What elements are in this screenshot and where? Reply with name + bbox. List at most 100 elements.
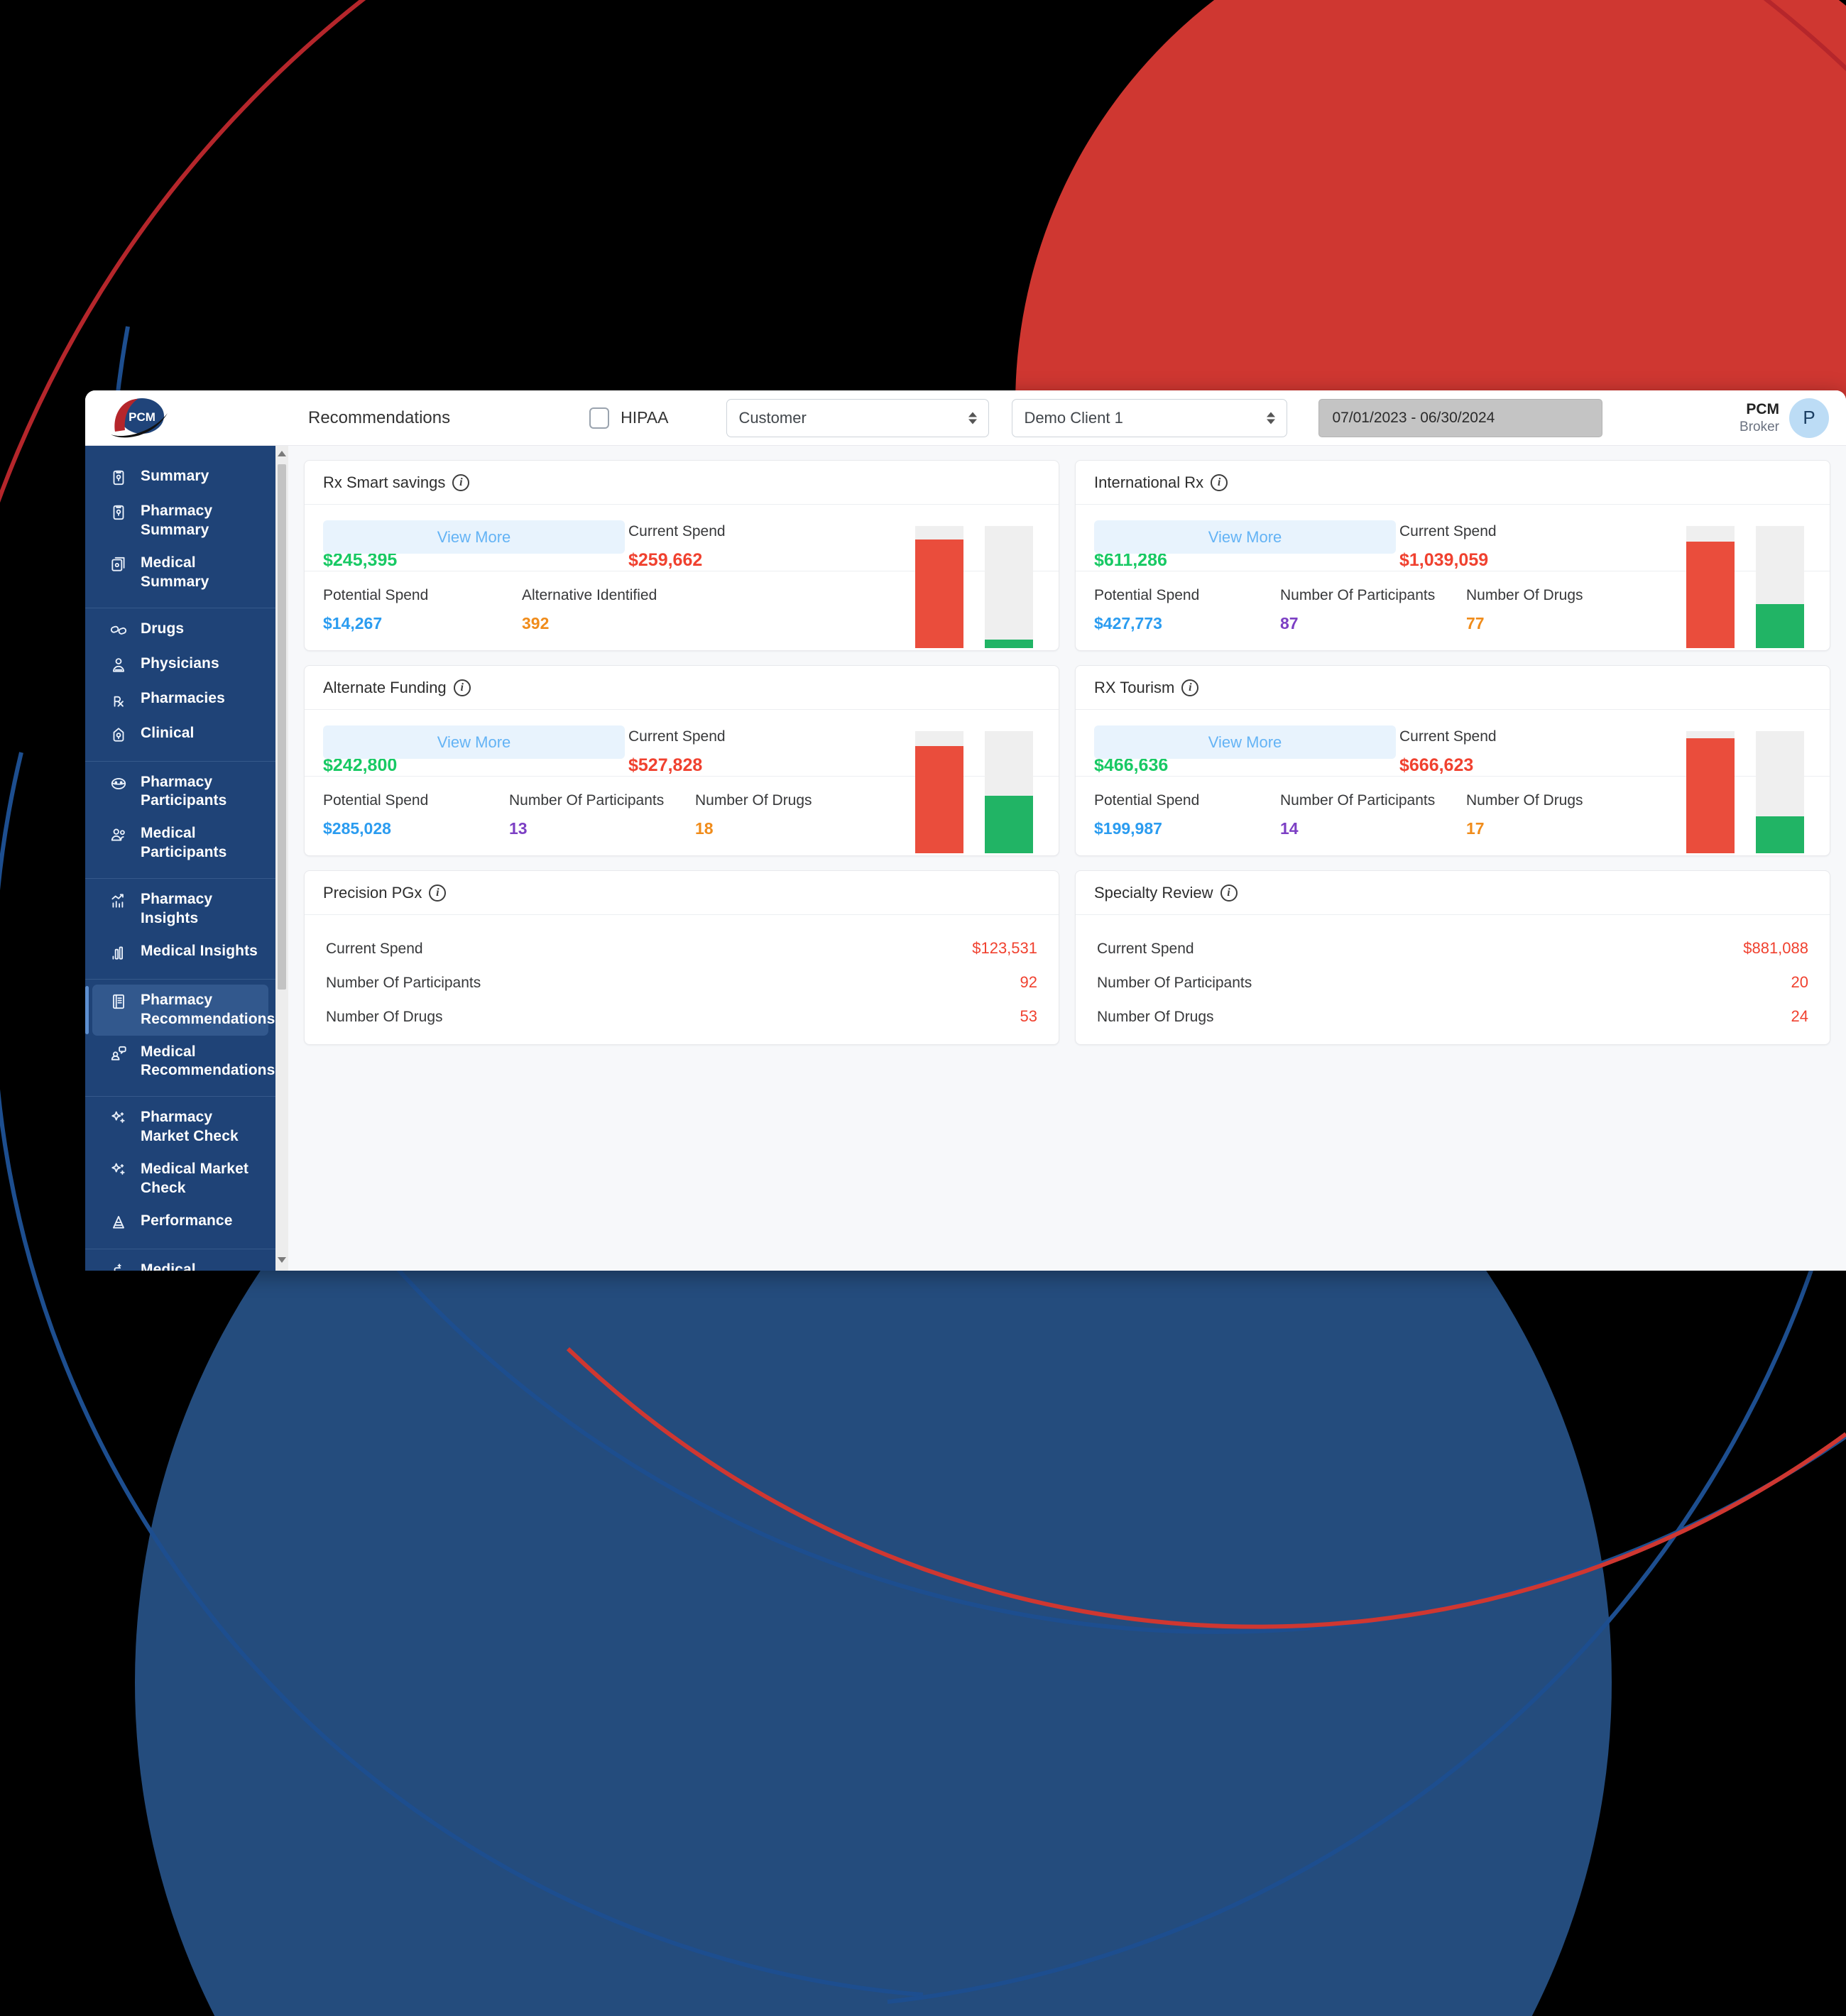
clinical-icon (108, 724, 129, 745)
info-icon[interactable]: i (1181, 679, 1199, 696)
info-glyph: i (436, 886, 439, 899)
savings-bar-chart (915, 731, 1033, 853)
view-more-button[interactable]: View More (323, 725, 625, 759)
bar-track-current-spend (915, 526, 963, 648)
card-foot-value: 13 (509, 819, 528, 838)
customer-select[interactable]: Customer (726, 398, 990, 437)
sidebar-item-label: Summary (141, 468, 209, 484)
card-foot-metric: Number Of Drugs 77 (1466, 587, 1652, 633)
view-more-label: View More (437, 527, 511, 546)
card-title: Rx Smart savings (323, 473, 446, 491)
summary-card: Precision PGx i Current Spend $123,531 Numbe… (304, 870, 1059, 1045)
bar-fill-current-spend (915, 539, 963, 648)
info-icon[interactable]: i (1211, 473, 1228, 491)
card-foot-metric: Potential Spend $427,773 (1094, 587, 1280, 633)
current-spend-metric: Current Spend $666,623 (1399, 728, 1698, 776)
summary-row-value: 53 (1020, 1007, 1037, 1025)
info-icon[interactable]: i (429, 884, 447, 902)
card-foot-value: $14,267 (323, 614, 383, 632)
sidebar-item-pharmacy-summary[interactable]: Pharmacy Summary (92, 495, 268, 547)
scrollbar-thumb[interactable] (278, 464, 286, 990)
info-icon[interactable]: i (1220, 884, 1238, 902)
clipboard-icon (108, 467, 129, 488)
sidebar-group: Pharmacy Market Check Medical Market Chec… (85, 1097, 275, 1249)
bar-fill-current-spend (1686, 738, 1735, 853)
current-spend-metric: Current Spend $527,828 (628, 728, 927, 776)
info-glyph: i (460, 681, 464, 694)
sidebar-scrollbar[interactable] (275, 446, 288, 1271)
info-glyph: i (1227, 886, 1230, 899)
user-role: Broker (1740, 419, 1779, 434)
summary-row: Number Of Participants 20 (1097, 973, 1808, 992)
sidebar-item-label: Clinical (141, 724, 195, 741)
sidebar-item-medical-participants[interactable]: Medical Participants (92, 818, 268, 869)
scroll-down-icon[interactable] (278, 1252, 286, 1268)
info-icon[interactable]: i (453, 679, 471, 696)
metric-card: Rx Smart savings i Available Savings$245,3… (304, 460, 1059, 651)
avatar[interactable]: P (1789, 398, 1829, 438)
sidebar-item-medical-market-check[interactable]: Medical Market Check (92, 1154, 268, 1205)
info-glyph: i (1189, 681, 1192, 694)
summary-card: Specialty Review i Current Spend $881,088 Nu… (1075, 870, 1830, 1045)
people-chat-icon (108, 1043, 129, 1064)
sidebar-item-drugs[interactable]: Drugs (92, 613, 268, 647)
current-spend-metric: Current Spend $1,039,059 (1399, 523, 1698, 571)
summary-row: Number Of Drugs 53 (326, 1007, 1037, 1026)
sidebar-item-pharmacy-recommendations[interactable]: Pharmacy Recommendations (85, 984, 275, 1036)
sidebar-item-label: Pharmacies (141, 689, 225, 706)
sidebar: Summary Pharmacy Summary Medical Summary Dr… (85, 446, 288, 1271)
card-header: RX Tourism i (1076, 666, 1830, 710)
summary-row-value: $123,531 (972, 939, 1037, 957)
hipaa-label: HIPAA (621, 408, 669, 427)
bar-fill-available-savings (1756, 604, 1804, 648)
hipaa-toggle-group[interactable]: HIPAA (589, 407, 668, 429)
user-info: PCM Broker (1740, 400, 1779, 436)
bar-track-available-savings (1756, 731, 1804, 853)
sidebar-item-physicians[interactable]: Physicians (92, 648, 268, 682)
card-title: Precision PGx (323, 883, 422, 902)
sidebar-item-pharmacy-participants[interactable]: Pharmacy Participants (92, 767, 268, 818)
sidebar-item-medical-insights[interactable]: Medical Insights (92, 936, 268, 970)
card-foot-value: 14 (1280, 819, 1299, 838)
sidebar-item-pharmacies[interactable]: Pharmacies (92, 683, 268, 717)
current-spend-label: Current Spend (628, 523, 726, 539)
scroll-up-icon[interactable] (278, 446, 286, 461)
hipaa-checkbox[interactable] (589, 407, 610, 429)
card-foot-value: $285,028 (323, 819, 391, 838)
sidebar-item-summary[interactable]: Summary (92, 461, 268, 495)
savings-bar-chart (1686, 731, 1804, 853)
sidebar-item-medical-summary[interactable]: Medical Summary (92, 547, 268, 598)
sidebar-item-label: Pharmacy Market Check (141, 1109, 239, 1145)
documents-icon (108, 554, 129, 575)
sidebar-item-medical-recommendations[interactable]: Medical Recommendations (92, 1036, 275, 1088)
card-foot-label: Number Of Drugs (695, 792, 812, 809)
current-spend-label: Current Spend (628, 728, 726, 745)
card-body: Available Savings$245,395Current Spend$2… (305, 505, 1059, 648)
sidebar-item-label: Pharmacy Participants (141, 773, 227, 809)
card-foot-label: Potential Spend (1094, 792, 1200, 809)
card-foot-value: 392 (522, 614, 550, 632)
view-more-button[interactable]: View More (1094, 725, 1396, 759)
summary-row-label: Current Spend (1097, 941, 1194, 957)
metric-card: RX Tourism i Available Savings$466,636Curr… (1075, 665, 1830, 856)
sidebar-item-pharmacy-market-check[interactable]: Pharmacy Market Check (92, 1102, 268, 1153)
bar-fill-available-savings (1756, 816, 1804, 853)
user-menu[interactable]: PCM Broker P (1740, 398, 1836, 438)
summary-row-label: Number Of Drugs (326, 1009, 443, 1025)
summary-row-value: 92 (1020, 973, 1037, 991)
sidebar-item-clinical[interactable]: Clinical (92, 718, 268, 752)
sidebar-item-performance[interactable]: Performance (92, 1205, 268, 1239)
summary-row: Number Of Drugs 24 (1097, 1007, 1808, 1026)
summary-row-value: 24 (1791, 1007, 1808, 1025)
card-title: International Rx (1094, 473, 1204, 491)
info-icon[interactable]: i (452, 473, 470, 491)
date-range-input[interactable]: 07/01/2023 - 06/30/2024 (1318, 398, 1603, 437)
sidebar-item-medical-procedures[interactable]: Medical Procedures (92, 1254, 268, 1271)
view-more-button[interactable]: View More (323, 520, 625, 554)
view-more-button[interactable]: View More (1094, 520, 1396, 554)
sidebar-item-pharmacy-insights[interactable]: Pharmacy Insights (92, 884, 268, 935)
client-select[interactable]: Demo Client 1 (1012, 398, 1288, 437)
view-more-label: View More (437, 733, 511, 751)
card-foot-value: $427,773 (1094, 614, 1162, 632)
app-logo[interactable]: PCM (98, 398, 284, 439)
